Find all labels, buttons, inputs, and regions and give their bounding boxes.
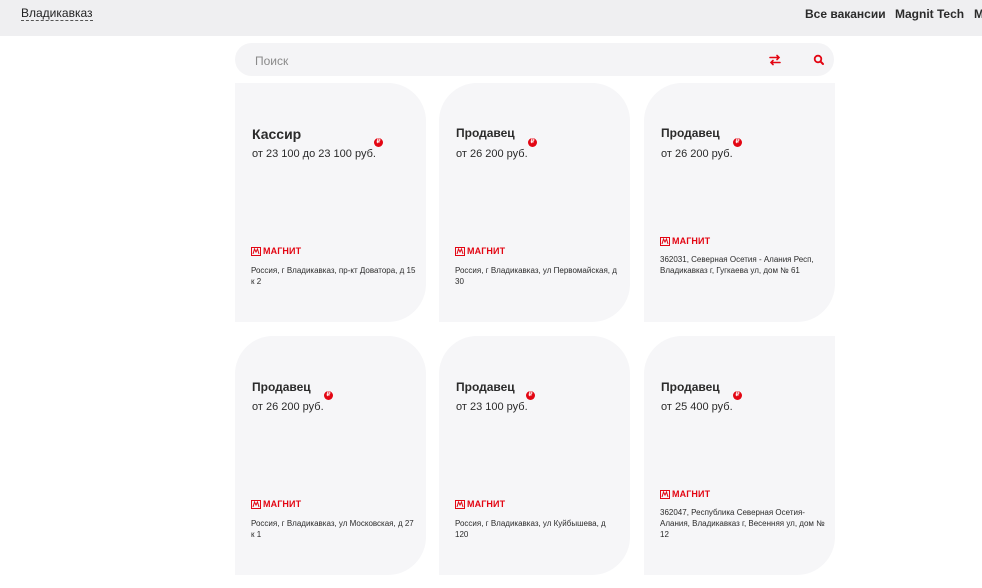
magnit-logo-icon xyxy=(251,499,261,509)
vacancy-address: Россия, г Владикавказ, ул Московская, д … xyxy=(251,519,414,539)
brand-name: МАГНИТ xyxy=(467,246,506,256)
brand-name: МАГНИТ xyxy=(672,236,711,246)
vacancy-title: Продавец xyxy=(252,380,311,394)
employer-brand: МАГНИТ xyxy=(660,489,710,499)
vacancy-card[interactable]: Продавец ₽ от 23 100 руб. МАГНИТ Россия,… xyxy=(439,336,630,575)
vacancy-address: 362031, Северная Осетия - Алания Респ, В… xyxy=(660,255,814,275)
vacancy-card[interactable]: Продавец ₽ от 26 200 руб. МАГНИТ Россия,… xyxy=(439,83,630,322)
filter-arrows-icon[interactable] xyxy=(768,53,782,67)
top-bar: Владикавказ Все вакансии Magnit Tech М xyxy=(0,0,982,36)
brand-name: МАГНИТ xyxy=(672,489,711,499)
vacancy-address: Россия, г Владикавказ, ул Куйбышева, д 1… xyxy=(455,519,606,539)
brand-name: МАГНИТ xyxy=(263,499,302,509)
vacancy-address: Россия, г Владикавказ, ул Первомайская, … xyxy=(455,266,617,286)
vacancy-title: Продавец xyxy=(456,380,515,394)
vacancy-salary: от 26 200 руб. xyxy=(661,148,733,160)
vacancy-address: Россия, г Владикавказ, пр-кт Доватора, д… xyxy=(251,266,416,286)
ruble-icon: ₽ xyxy=(733,138,742,147)
employer-brand: МАГНИТ xyxy=(251,246,301,256)
employer-brand: МАГНИТ xyxy=(455,499,505,509)
vacancy-salary: от 23 100 руб. xyxy=(456,401,528,413)
city-selector[interactable]: Владикавказ xyxy=(21,6,93,21)
ruble-icon: ₽ xyxy=(374,138,383,147)
vacancy-salary: от 26 200 руб. xyxy=(456,148,528,160)
ruble-icon: ₽ xyxy=(324,391,333,400)
employer-brand: МАГНИТ xyxy=(455,246,505,256)
vacancy-title: Продавец xyxy=(456,126,515,140)
magnit-logo-icon xyxy=(660,236,670,246)
magnit-logo-icon xyxy=(455,499,465,509)
vacancy-salary: от 25 400 руб. xyxy=(661,401,733,413)
magnit-logo-icon xyxy=(251,246,261,256)
brand-name: МАГНИТ xyxy=(263,246,302,256)
ruble-icon: ₽ xyxy=(526,391,535,400)
employer-brand: МАГНИТ xyxy=(660,236,710,246)
employer-brand: МАГНИТ xyxy=(251,499,301,509)
vacancy-title: Продавец xyxy=(661,126,720,140)
vacancy-salary: от 26 200 руб. xyxy=(252,401,324,413)
vacancy-card[interactable]: Продавец ₽ от 25 400 руб. МАГНИТ 362047,… xyxy=(644,336,835,575)
nav-all-vacancies[interactable]: Все вакансии xyxy=(805,7,886,21)
vacancy-address: 362047, Республика Северная Осетия-Алани… xyxy=(660,508,825,539)
search-input[interactable] xyxy=(253,51,737,71)
brand-name: МАГНИТ xyxy=(467,499,506,509)
vacancy-title: Продавец xyxy=(661,380,720,394)
magnit-logo-icon xyxy=(660,489,670,499)
vacancy-card[interactable]: Кассир ₽ от 23 100 до 23 100 руб. МАГНИТ… xyxy=(235,83,426,322)
search-icon[interactable] xyxy=(812,53,826,67)
vacancy-card[interactable]: Продавец ₽ от 26 200 руб. МАГНИТ 362031,… xyxy=(644,83,835,322)
vacancy-title: Кассир xyxy=(252,126,302,142)
ruble-icon: ₽ xyxy=(733,391,742,400)
ruble-icon: ₽ xyxy=(528,138,537,147)
vacancy-salary: от 23 100 до 23 100 руб. xyxy=(252,148,376,160)
search-bar xyxy=(235,43,834,76)
nav-magnit-tech[interactable]: Magnit Tech xyxy=(895,7,964,21)
vacancy-card[interactable]: Продавец ₽ от 26 200 руб. МАГНИТ Россия,… xyxy=(235,336,426,575)
magnit-logo-icon xyxy=(455,246,465,256)
nav-more[interactable]: М xyxy=(974,7,982,21)
